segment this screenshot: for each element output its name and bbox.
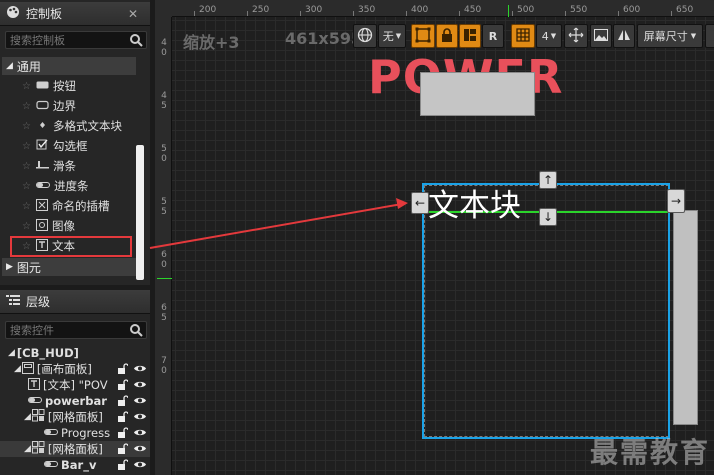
drag-arrow-annotation bbox=[149, 198, 408, 249]
